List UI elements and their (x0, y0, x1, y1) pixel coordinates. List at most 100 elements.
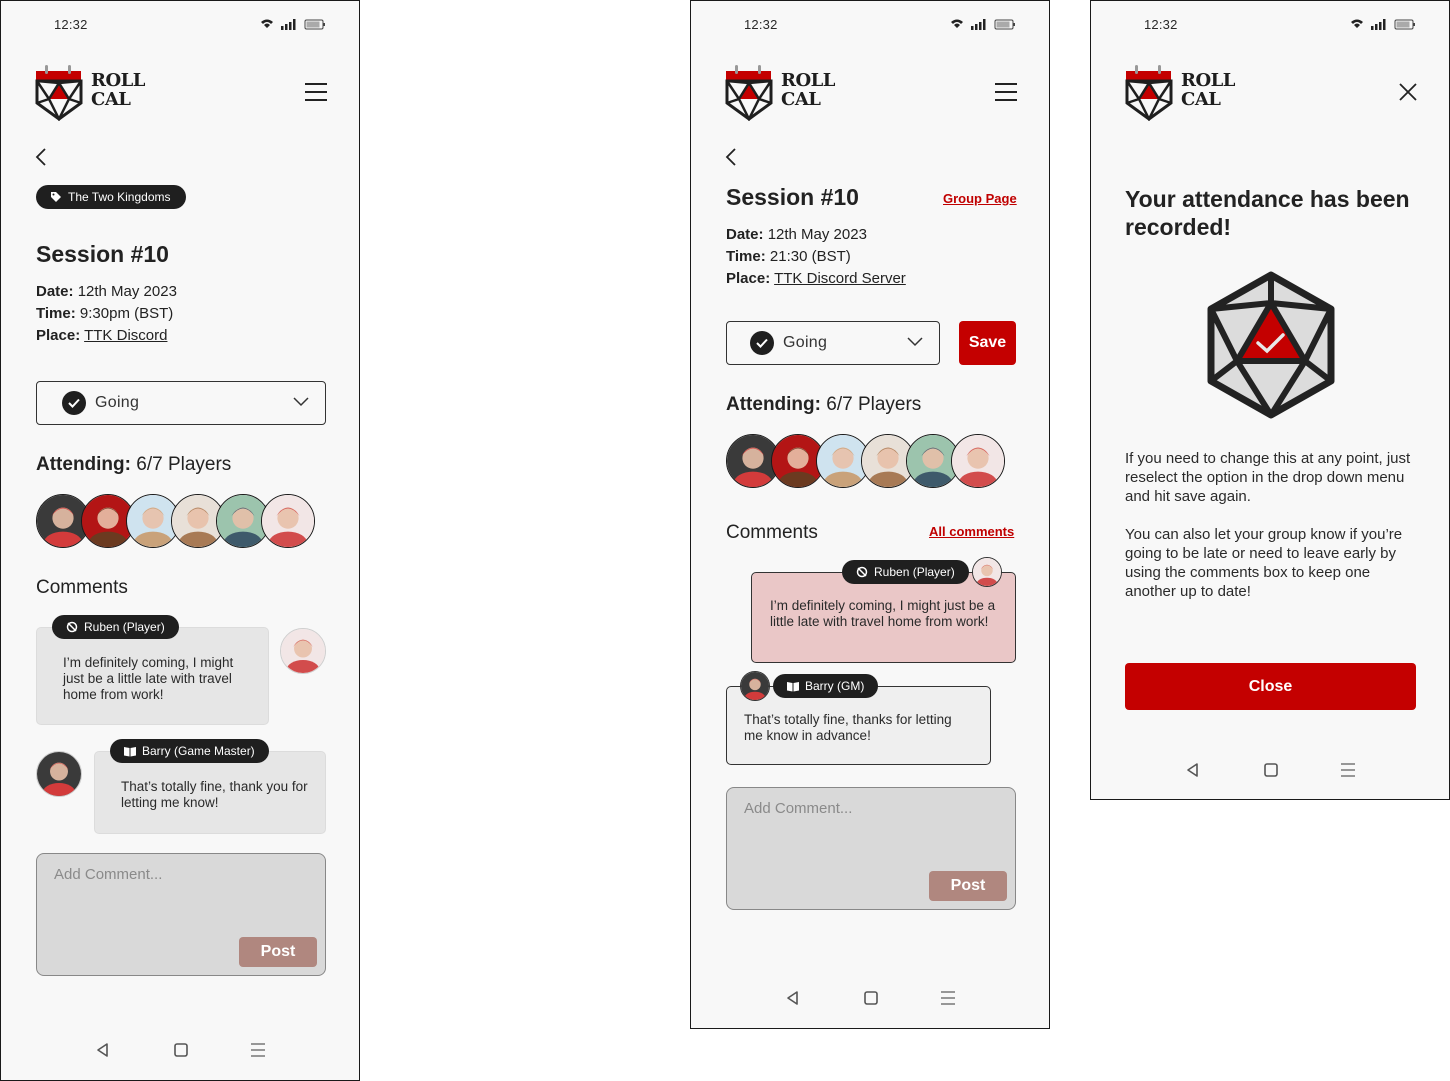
d20-calendar-icon (35, 65, 83, 122)
check-circle-icon (750, 331, 774, 355)
place-link[interactable]: TTK Discord (84, 327, 167, 344)
session-time: Time: 21:30 (BST) (726, 248, 851, 265)
sword-icon (66, 621, 78, 633)
back-arrow-icon[interactable] (34, 147, 48, 167)
session-place: Place: TTK Discord (36, 327, 168, 344)
system-navigation-bar (1, 1041, 359, 1061)
post-button[interactable]: Post (929, 871, 1007, 901)
hamburger-menu-icon[interactable] (995, 83, 1017, 101)
comment-input-box: Post (36, 853, 326, 976)
nav-recents-icon[interactable] (249, 1041, 267, 1059)
nav-home-icon[interactable] (172, 1041, 190, 1059)
comment-avatar-ruben[interactable] (972, 557, 1002, 587)
attendee-avatars (36, 494, 316, 550)
rsvp-dropdown[interactable]: Going (36, 381, 326, 425)
rsvp-dropdown[interactable]: Going (726, 321, 940, 365)
brand-name: ROLL CAL (1181, 70, 1235, 110)
save-button[interactable]: Save (959, 321, 1016, 365)
session-date: Date: 12th May 2023 (726, 226, 867, 243)
rsvp-selected: Going (783, 334, 828, 351)
status-icons (1351, 19, 1415, 30)
chevron-down-icon (293, 397, 309, 407)
book-icon (124, 746, 136, 756)
signal-icon (281, 19, 296, 30)
session-place: Place: TTK Discord Server (726, 270, 906, 287)
session-title: Session #10 (36, 241, 169, 267)
roll-cal-logo[interactable]: ROLL CAL (35, 63, 145, 122)
session-info: Date: 12th May 2023 Time: 9:30pm (BST) P… (36, 281, 177, 347)
battery-icon (304, 19, 325, 30)
comment-author-pill: Ruben (Player) (52, 615, 179, 639)
nav-back-icon[interactable] (784, 989, 802, 1007)
status-time: 12:32 (1144, 17, 1178, 32)
signal-icon (1371, 19, 1386, 30)
system-navigation-bar (691, 989, 1049, 1009)
post-button[interactable]: Post (239, 937, 317, 967)
confirmation-paragraph-2: You can also let your group know if you’… (1125, 526, 1403, 600)
d20-success-icon (1207, 271, 1335, 419)
nav-home-icon[interactable] (1262, 761, 1280, 779)
hamburger-menu-icon[interactable] (305, 83, 327, 101)
comment-avatar-barry[interactable] (740, 671, 770, 701)
roll-cal-logo[interactable]: ROLL CAL (725, 63, 835, 122)
comment-author-pill: Ruben (Player) (842, 560, 969, 584)
place-link[interactable]: TTK Discord Server (774, 270, 906, 287)
comment-bubble: I’m definitely coming, I might just be a… (751, 572, 1016, 663)
battery-icon (994, 19, 1015, 30)
check-circle-icon (62, 391, 86, 415)
status-icons (261, 19, 325, 30)
avatar-ruben[interactable] (951, 434, 1005, 488)
status-time: 12:32 (54, 17, 88, 32)
comment-avatar-barry[interactable] (36, 751, 82, 797)
close-button[interactable]: Close (1125, 663, 1416, 710)
comment-bubble: That’s totally fine, thank you for letti… (94, 751, 326, 834)
confirmation-paragraph-1: If you need to change this at any point,… (1125, 450, 1411, 505)
nav-back-icon[interactable] (1184, 761, 1202, 779)
group-page-link[interactable]: Group Page (943, 191, 1017, 206)
attending-count: Attending: 6/7 Players (726, 394, 922, 415)
status-time: 12:32 (744, 17, 778, 32)
back-arrow-icon[interactable] (724, 147, 738, 167)
comment-author-pill: Barry (Game Master) (110, 739, 269, 763)
screen-session-details: 12:32 ROLL CAL The Two Kingdoms Session #… (0, 0, 360, 1081)
nav-back-icon[interactable] (94, 1041, 112, 1059)
comment-author-pill: Barry (GM) (773, 674, 879, 698)
nav-recents-icon[interactable] (939, 989, 957, 1007)
brand-name: ROLL CAL (781, 70, 835, 110)
nav-home-icon[interactable] (862, 989, 880, 1007)
screen-attendance-confirmation: 12:32 ROLL CAL Your attendance has been r… (1090, 0, 1450, 800)
chevron-down-icon (907, 337, 923, 347)
roll-cal-logo[interactable]: ROLL CAL (1125, 63, 1235, 122)
signal-icon (971, 19, 986, 30)
all-comments-link[interactable]: All comments (929, 524, 1014, 539)
attendee-avatars (726, 434, 1006, 490)
group-tag[interactable]: The Two Kingdoms (36, 185, 186, 209)
book-icon (787, 681, 799, 691)
group-tag-label: The Two Kingdoms (68, 190, 171, 204)
brand-name: ROLL CAL (91, 70, 145, 110)
d20-calendar-icon (1125, 65, 1173, 122)
wifi-icon (951, 19, 963, 28)
sword-icon (856, 566, 868, 578)
close-icon[interactable] (1397, 81, 1419, 103)
wifi-icon (261, 19, 273, 28)
confirmation-title: Your attendance has been recorded! (1125, 186, 1410, 240)
system-navigation-bar (1091, 761, 1449, 781)
comment-avatar-ruben[interactable] (280, 628, 326, 674)
session-date: Date: 12th May 2023 (36, 283, 177, 300)
status-icons (951, 19, 1015, 30)
comment-bubble: I’m definitely coming, I might just be a… (36, 627, 269, 725)
battery-icon (1394, 19, 1415, 30)
avatar-ruben[interactable] (261, 494, 315, 548)
session-time: Time: 9:30pm (BST) (36, 305, 174, 322)
session-info: Date: 12th May 2023 Time: 21:30 (BST) Pl… (726, 224, 906, 290)
session-title: Session #10 (726, 184, 859, 210)
tag-icon (51, 192, 61, 202)
screen-session-details-v2: 12:32 ROLL CAL Session #10 Group Page Dat… (690, 0, 1050, 1029)
comment-text: I’m definitely coming, I might just be a… (63, 655, 234, 702)
comment-input-box: Post (726, 787, 1016, 910)
comments-heading: Comments (726, 522, 818, 543)
nav-recents-icon[interactable] (1339, 761, 1357, 779)
attending-count: Attending: 6/7 Players (36, 454, 232, 475)
comment-text: That’s totally fine, thank you for letti… (121, 779, 308, 810)
